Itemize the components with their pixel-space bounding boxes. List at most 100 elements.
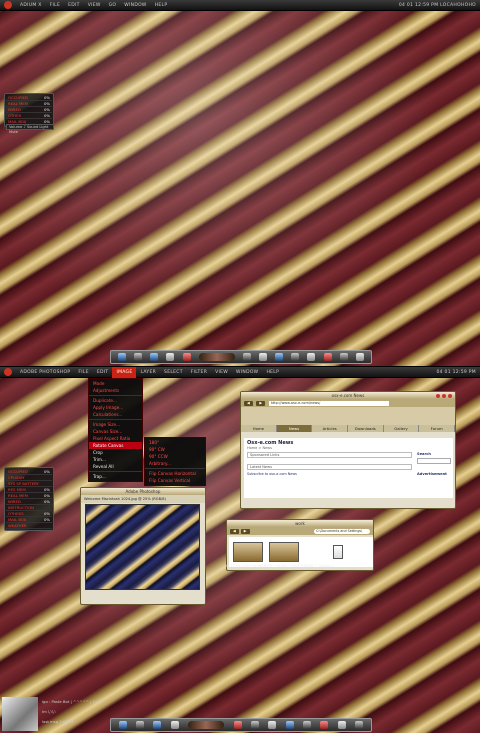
menu-item-layer[interactable]: Layer <box>136 370 160 375</box>
monitor-label: Mail Box <box>8 517 27 522</box>
apple-menu-icon[interactable] <box>4 1 12 9</box>
file-thumbnail[interactable] <box>233 542 263 562</box>
image-menu-item[interactable]: Rotate Canvas <box>89 442 142 449</box>
volume-control[interactable]: Volume ♪ Sound Light Mute <box>6 124 54 134</box>
app-icon[interactable] <box>337 721 346 729</box>
app-icon[interactable] <box>339 353 348 361</box>
image-menu-item[interactable]: Trap... <box>89 473 142 480</box>
image-menu-item[interactable]: Crop <box>89 449 142 456</box>
menu-item-go[interactable]: Go <box>105 3 121 8</box>
image-menu-item[interactable]: Trim... <box>89 456 142 463</box>
rotate-menu-item[interactable]: 90° CCW <box>145 453 205 460</box>
sponsored-links: Sponsored Links <box>247 452 412 458</box>
image-menu-item[interactable]: Apply Image... <box>89 404 142 411</box>
app-icon[interactable] <box>323 353 332 361</box>
monitor-label: Wired <box>8 107 21 112</box>
minimize-icon[interactable] <box>442 393 446 398</box>
search-input[interactable]: C:\Documents and Settings\ <box>314 528 370 534</box>
menu-item-file[interactable]: File <box>46 3 64 8</box>
menu-item-app[interactable]: Adobe Photoshop <box>16 370 74 375</box>
menu-item-edit[interactable]: Edit <box>64 3 84 8</box>
wallpaper-screenshot-bottom: Adobe Photoshop File Edit Image Layer Se… <box>0 367 480 733</box>
app-icon[interactable] <box>136 721 145 729</box>
browser-titlebar[interactable]: osx-e.com News <box>241 392 455 399</box>
app-icon[interactable] <box>166 353 175 361</box>
app-icon[interactable] <box>250 721 259 729</box>
app-icon[interactable] <box>285 721 294 729</box>
app-icon[interactable] <box>134 353 143 361</box>
menu-item-help[interactable]: Help <box>262 370 283 375</box>
photoshop-title[interactable]: Adobe Photoshop <box>81 488 205 495</box>
tab-home[interactable]: Home <box>241 425 277 432</box>
menu-item-view[interactable]: View <box>84 3 105 8</box>
app-icon[interactable] <box>268 721 277 729</box>
subscribe-link[interactable]: Subscribe to osx-e.com News <box>244 472 415 476</box>
menu-item-window[interactable]: Window <box>120 3 150 8</box>
rotate-menu-item[interactable]: Flip Canvas Horizontal <box>145 470 205 477</box>
back-button[interactable]: ◀ <box>230 528 239 534</box>
menu-item-select[interactable]: Select <box>160 370 187 375</box>
forward-button[interactable]: ▶ <box>240 528 250 534</box>
app-icon[interactable] <box>259 353 268 361</box>
menubar-clock[interactable]: 04 01 12:59 PM <box>436 370 480 375</box>
app-icon[interactable] <box>307 353 316 361</box>
file-thumbnail[interactable] <box>269 542 299 562</box>
image-menu-item[interactable]: Reveal All <box>89 463 142 470</box>
image-menu-item[interactable]: Duplicate... <box>89 397 142 404</box>
eyes-widget-icon[interactable] <box>198 353 235 361</box>
finder-icon[interactable] <box>118 353 127 361</box>
app-icon[interactable] <box>242 353 251 361</box>
tab-forum[interactable]: Forum <box>419 425 455 432</box>
finder-title[interactable]: work <box>227 520 373 527</box>
photoshop-window: Adobe Photoshop Welcome Macintosh 1024.j… <box>80 487 206 605</box>
menu-item-app[interactable]: Adium X <box>16 3 46 8</box>
app-icon[interactable] <box>291 353 300 361</box>
forward-button[interactable]: ▶ <box>256 401 266 406</box>
image-menu-item[interactable]: Pixel Aspect Ratio <box>89 435 142 442</box>
rotate-menu-item[interactable]: 90° CW <box>145 446 205 453</box>
image-menu: Mode Adjustments Duplicate... Apply Image..… <box>88 378 143 482</box>
tab-downloads[interactable]: Downloads <box>348 425 384 432</box>
app-icon[interactable] <box>303 721 312 729</box>
menu-item-help[interactable]: Help <box>151 3 172 8</box>
image-menu-item[interactable]: Adjustments <box>89 387 142 394</box>
document-icon[interactable] <box>333 545 343 559</box>
zoom-icon[interactable] <box>448 393 452 398</box>
mail-icon[interactable] <box>150 353 159 361</box>
finder-icon[interactable] <box>118 721 127 729</box>
menu-item-edit[interactable]: Edit <box>93 370 113 375</box>
rotate-menu-item[interactable]: Flip Canvas Vertical <box>145 477 205 484</box>
trash-icon[interactable] <box>355 721 364 729</box>
app-icon[interactable] <box>320 721 329 729</box>
menu-item-window[interactable]: Window <box>232 370 262 375</box>
menu-item-filter[interactable]: Filter <box>187 370 211 375</box>
app-icon[interactable] <box>182 353 191 361</box>
menu-item-view[interactable]: View <box>211 370 232 375</box>
menubar-clock[interactable]: 04 01 12:59 PM LOCAHOHOHO <box>399 3 480 8</box>
avatar[interactable] <box>2 697 38 731</box>
menu-item-file[interactable]: File <box>74 370 92 375</box>
close-icon[interactable] <box>436 393 440 398</box>
rotate-menu-item[interactable]: 180° <box>145 439 205 446</box>
eyes-widget-icon[interactable] <box>188 721 225 729</box>
image-menu-item[interactable]: Calculations... <box>89 411 142 418</box>
image-menu-item[interactable]: Canvas Size... <box>89 428 142 435</box>
mail-icon[interactable] <box>153 721 162 729</box>
monitor-label: Other <box>8 113 22 118</box>
trash-icon[interactable] <box>355 353 364 361</box>
image-menu-item[interactable]: Image Size... <box>89 421 142 428</box>
app-icon[interactable] <box>170 721 179 729</box>
apple-menu-icon[interactable] <box>4 368 12 376</box>
tab-articles[interactable]: Articles <box>312 425 349 432</box>
back-button[interactable]: ◀ <box>244 401 253 406</box>
app-icon[interactable] <box>275 353 284 361</box>
rotate-menu-item[interactable]: Arbitrary... <box>145 460 205 467</box>
image-menu-item[interactable]: Mode <box>89 380 142 387</box>
tab-news[interactable]: News <box>276 425 313 432</box>
document-canvas[interactable] <box>85 504 200 590</box>
chat-line: last msg 2:08PM <box>42 719 74 724</box>
url-field[interactable]: http://www.osx-e.com/news/ <box>268 401 389 406</box>
menu-item-image[interactable]: Image <box>112 367 137 378</box>
tab-gallery[interactable]: Gallery <box>384 425 420 432</box>
app-icon[interactable] <box>233 721 242 729</box>
